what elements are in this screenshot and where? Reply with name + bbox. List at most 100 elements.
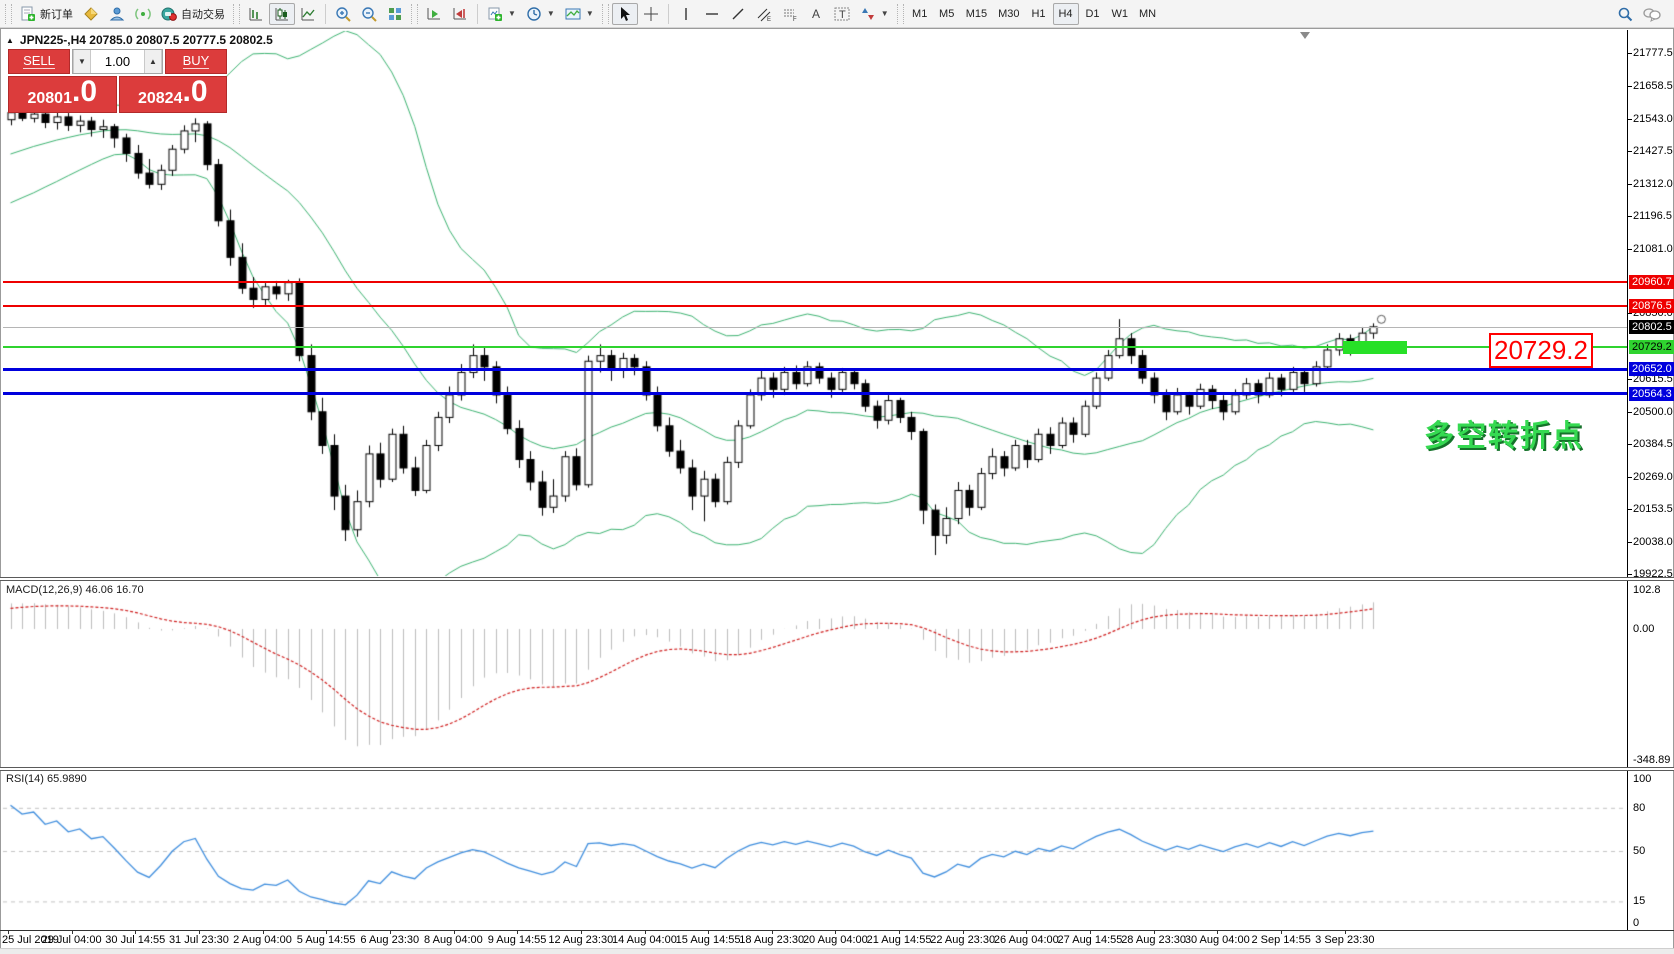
equidistant-channel-button[interactable]: E (751, 3, 777, 25)
rsi-label: RSI(14) 65.9890 (6, 773, 87, 785)
price-level-label-pivot-green: 20729.2 (1629, 340, 1674, 355)
price-tick-label: 21196.5 (1633, 210, 1672, 223)
window-bottom-strip (0, 948, 1674, 954)
timeframe-m30-button[interactable]: M30 (993, 3, 1024, 25)
new-chart-button[interactable]: ▼ (482, 3, 521, 25)
rsi-axis-label: 50 (1633, 845, 1646, 857)
fibonacci-button[interactable]: F (777, 3, 803, 25)
bid-price-box[interactable]: 20801.0 (8, 76, 117, 113)
pane-separator-macd[interactable] (0, 577, 1674, 581)
price-note-annotation[interactable]: 20729.2 (1489, 333, 1593, 368)
hline-resistance-lower[interactable] (3, 305, 1627, 308)
zoom-in-button[interactable] (330, 3, 356, 25)
mt5-window: { "toolbar": { "new_order_label": "新订单",… (0, 0, 1674, 954)
svg-text:T: T (839, 9, 846, 21)
tile-windows-button[interactable] (382, 3, 408, 25)
timeframe-h4-button[interactable]: H4 (1052, 2, 1079, 25)
trendline-button[interactable] (725, 3, 751, 25)
pane-separator-rsi[interactable] (0, 767, 1674, 771)
auto-scroll-button[interactable] (421, 3, 447, 25)
timeframe-m15-button[interactable]: M15 (961, 3, 992, 25)
search-button[interactable] (1612, 3, 1638, 25)
toolbar-grip[interactable] (896, 3, 904, 24)
bar-chart-button[interactable] (243, 3, 269, 25)
toolbar-grip[interactable] (233, 3, 240, 24)
arrows-button[interactable]: ▼ (855, 3, 894, 25)
time-axis-label: 6 Aug 23:30 (360, 934, 420, 946)
chart-title: ▲ JPN225-,H4 20785.0 20807.5 20777.5 2080… (6, 33, 273, 47)
horizontal-line-button[interactable] (699, 3, 725, 25)
trendline-icon (730, 6, 746, 22)
auto-trading-button[interactable]: 自动交易 (156, 3, 230, 25)
toolbar-grip[interactable] (5, 3, 12, 24)
templates-button[interactable]: ▼ (560, 3, 599, 25)
buy-button[interactable]: BUY (165, 49, 227, 74)
price-tick-mark (1627, 118, 1632, 120)
text-button[interactable]: A (803, 3, 829, 25)
macd-label: MACD(12,26,9) 46.06 16.70 (6, 584, 144, 596)
vertical-line-button[interactable] (673, 3, 699, 25)
text-icon: A (808, 6, 824, 22)
cursor-button[interactable] (611, 2, 638, 25)
timeframe-w1-button[interactable]: W1 (1107, 3, 1134, 25)
timeframe-d1-button[interactable]: D1 (1080, 3, 1106, 25)
rsi-value: 65.9890 (46, 773, 87, 785)
sell-button[interactable]: SELL (8, 49, 70, 74)
chart-shift-button[interactable] (447, 3, 473, 25)
chat-button[interactable] (1638, 3, 1666, 25)
toolbar-grip[interactable] (601, 3, 609, 24)
time-axis-label: 14 Aug 04:00 (612, 934, 677, 946)
volume-value[interactable]: 1.00 (91, 50, 144, 73)
cursor-icon (617, 6, 633, 22)
hline-support-lower[interactable] (3, 392, 1627, 396)
hline-support-upper[interactable] (3, 367, 1627, 371)
line-chart-button[interactable] (295, 3, 321, 25)
price-tick-label: 20269.0 (1633, 470, 1673, 483)
market-button[interactable] (78, 3, 104, 25)
crosshair-button[interactable] (638, 3, 664, 25)
new-chart-icon (487, 6, 503, 22)
chart-canvas[interactable] (0, 0, 1674, 954)
volume-increase-button[interactable]: ▲ (144, 50, 162, 73)
text-label-button[interactable]: T (829, 3, 855, 25)
price-tick-mark (1627, 411, 1632, 413)
candlestick-chart-button[interactable] (269, 2, 295, 25)
zoom-out-button[interactable] (356, 3, 382, 25)
periods-clock-icon (526, 6, 542, 22)
price-tick-label: 20153.5 (1633, 503, 1673, 516)
one-click-trading-panel: SELL ▼ 1.00 ▲ BUY 20801.0 20824.0 (8, 49, 227, 113)
profile-button[interactable] (104, 3, 130, 25)
signals-button[interactable] (130, 3, 156, 25)
buy-label: BUY (182, 53, 210, 69)
equidistant-channel-icon: E (756, 6, 772, 22)
ask-price-box[interactable]: 20824.0 (118, 76, 227, 113)
price-level-label-support-lower: 20564.3 (1629, 386, 1674, 401)
price-tick-label: 21777.5 (1633, 47, 1673, 59)
time-axis-label: 2 Sep 14:55 (1251, 934, 1311, 946)
time-axis-label: 8 Aug 04:00 (424, 934, 483, 946)
auto-trading-label: 自动交易 (181, 8, 225, 21)
hline-resistance-upper[interactable] (3, 281, 1627, 284)
new-order-button[interactable]: 新订单 (15, 3, 78, 25)
price-tick-mark (1627, 183, 1632, 185)
zoom-out-icon (361, 6, 377, 22)
timeframe-h1-button[interactable]: H1 (1026, 3, 1052, 25)
collapse-panel-icon[interactable]: ▲ (6, 36, 14, 45)
time-axis-label: 21 Aug 14:55 (866, 934, 932, 946)
chart-shift-marker[interactable] (1300, 32, 1310, 39)
volume-decrease-button[interactable]: ▼ (73, 50, 91, 73)
price-level-label-resistance-upper: 20960.7 (1629, 275, 1674, 290)
timeframe-m5-button[interactable]: M5 (934, 3, 960, 25)
dropdown-caret-icon: ▼ (585, 9, 594, 18)
periods-button[interactable]: ▼ (521, 3, 560, 25)
pivot-highlight-rect[interactable] (1343, 340, 1407, 354)
cn-text-annotation[interactable]: 多空转折点 (1424, 411, 1584, 455)
chat-icon (1643, 6, 1661, 22)
toolbar-grip[interactable] (411, 3, 418, 24)
price-tick-label: 21427.5 (1633, 145, 1673, 158)
timeframe-mn-button[interactable]: MN (1134, 3, 1161, 25)
time-axis-line (0, 930, 1674, 931)
time-axis-label: 20 Aug 04:00 (802, 934, 868, 946)
crosshair-icon (643, 6, 659, 22)
timeframe-m1-button[interactable]: M1 (907, 3, 933, 25)
